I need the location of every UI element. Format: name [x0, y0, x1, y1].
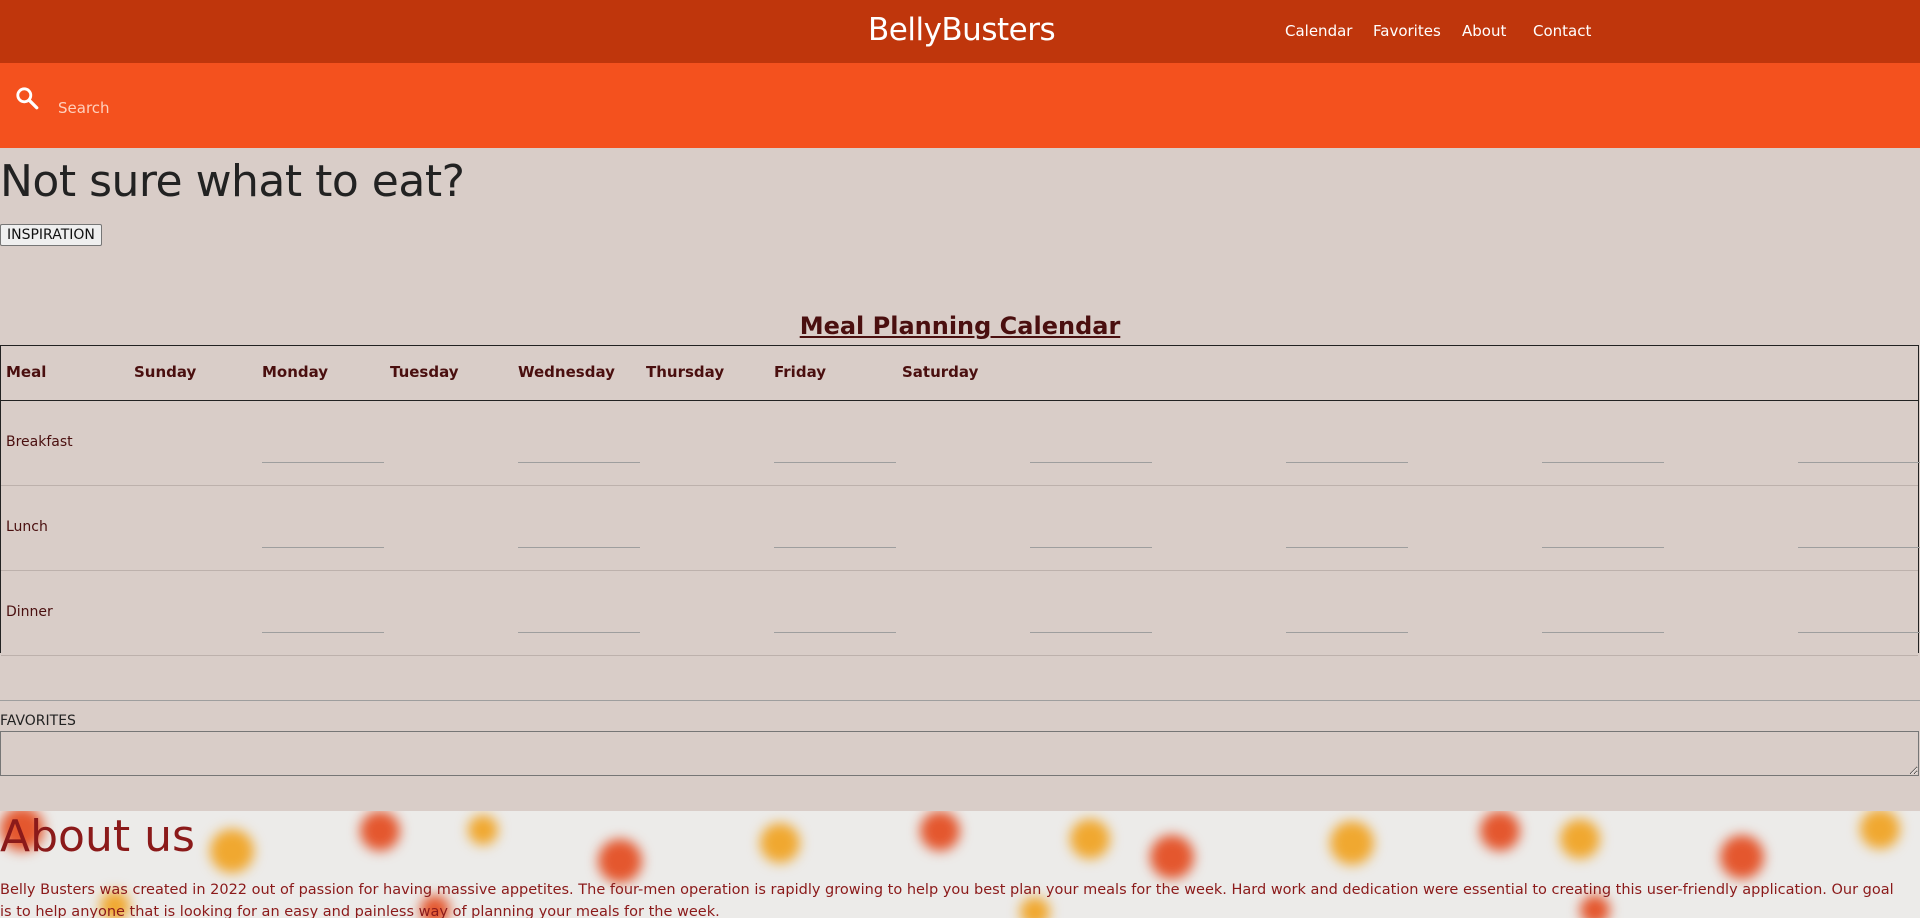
top-navbar: BellyBusters Calendar Favorites About Co… [0, 0, 1920, 63]
nav-contact[interactable]: Contact [1533, 22, 1591, 40]
inspiration-button[interactable]: INSPIRATION [0, 224, 102, 246]
breakfast-monday-input[interactable] [518, 442, 640, 463]
breakfast-tuesday-input[interactable] [774, 442, 896, 463]
breakfast-sunday-input[interactable] [262, 442, 384, 463]
lunch-sunday-input[interactable] [262, 527, 384, 548]
header-sunday: Sunday [134, 363, 197, 381]
header-saturday: Saturday [902, 363, 979, 381]
divider [0, 700, 1920, 701]
dinner-friday-input[interactable] [1542, 612, 1664, 633]
table-row-breakfast: Breakfast [1, 400, 1920, 486]
meal-label-breakfast: Breakfast [6, 434, 73, 450]
meal-label-lunch: Lunch [6, 519, 48, 535]
nav-about[interactable]: About [1462, 22, 1506, 40]
calendar-header-row: Meal Sunday Monday Tuesday Wednesday Thu… [1, 346, 1918, 401]
breakfast-saturday-input[interactable] [1798, 442, 1920, 463]
lunch-monday-input[interactable] [518, 527, 640, 548]
table-row-dinner: Dinner [1, 570, 1920, 656]
dinner-sunday-input[interactable] [262, 612, 384, 633]
table-row-lunch: Lunch [1, 485, 1920, 571]
lunch-saturday-input[interactable] [1798, 527, 1920, 548]
lunch-thursday-input[interactable] [1286, 527, 1408, 548]
hero-title: Not sure what to eat? [0, 156, 465, 207]
favorites-textarea[interactable] [0, 731, 1919, 776]
lunch-tuesday-input[interactable] [774, 527, 896, 548]
dinner-thursday-input[interactable] [1286, 612, 1408, 633]
lunch-friday-input[interactable] [1542, 527, 1664, 548]
nav-calendar[interactable]: Calendar [1285, 22, 1352, 40]
search-icon[interactable] [14, 85, 40, 111]
search-bar [0, 63, 1920, 148]
meal-label-dinner: Dinner [6, 604, 53, 620]
about-text: Belly Busters was created in 2022 out of… [0, 882, 1894, 918]
header-monday: Monday [262, 363, 329, 381]
brand-logo[interactable]: BellyBusters [868, 12, 1056, 48]
lunch-wednesday-input[interactable] [1030, 527, 1152, 548]
meal-calendar-table: Meal Sunday Monday Tuesday Wednesday Thu… [0, 345, 1920, 656]
nav-favorites[interactable]: Favorites [1373, 22, 1441, 40]
breakfast-friday-input[interactable] [1542, 442, 1664, 463]
search-input[interactable] [56, 95, 1860, 121]
dinner-wednesday-input[interactable] [1030, 612, 1152, 633]
dinner-saturday-input[interactable] [1798, 612, 1920, 633]
header-thursday: Thursday [646, 363, 725, 381]
header-meal: Meal [6, 363, 47, 381]
dinner-tuesday-input[interactable] [774, 612, 896, 633]
about-title: About us [0, 811, 195, 862]
header-friday: Friday [774, 363, 827, 381]
header-tuesday: Tuesday [390, 363, 459, 381]
dinner-monday-input[interactable] [518, 612, 640, 633]
about-section: About us Belly Busters was created in 20… [0, 811, 1920, 918]
breakfast-thursday-input[interactable] [1286, 442, 1408, 463]
breakfast-wednesday-input[interactable] [1030, 442, 1152, 463]
favorites-label: FAVORITES [0, 713, 76, 729]
header-wednesday: Wednesday [518, 363, 615, 381]
calendar-title: Meal Planning Calendar [799, 312, 1121, 340]
